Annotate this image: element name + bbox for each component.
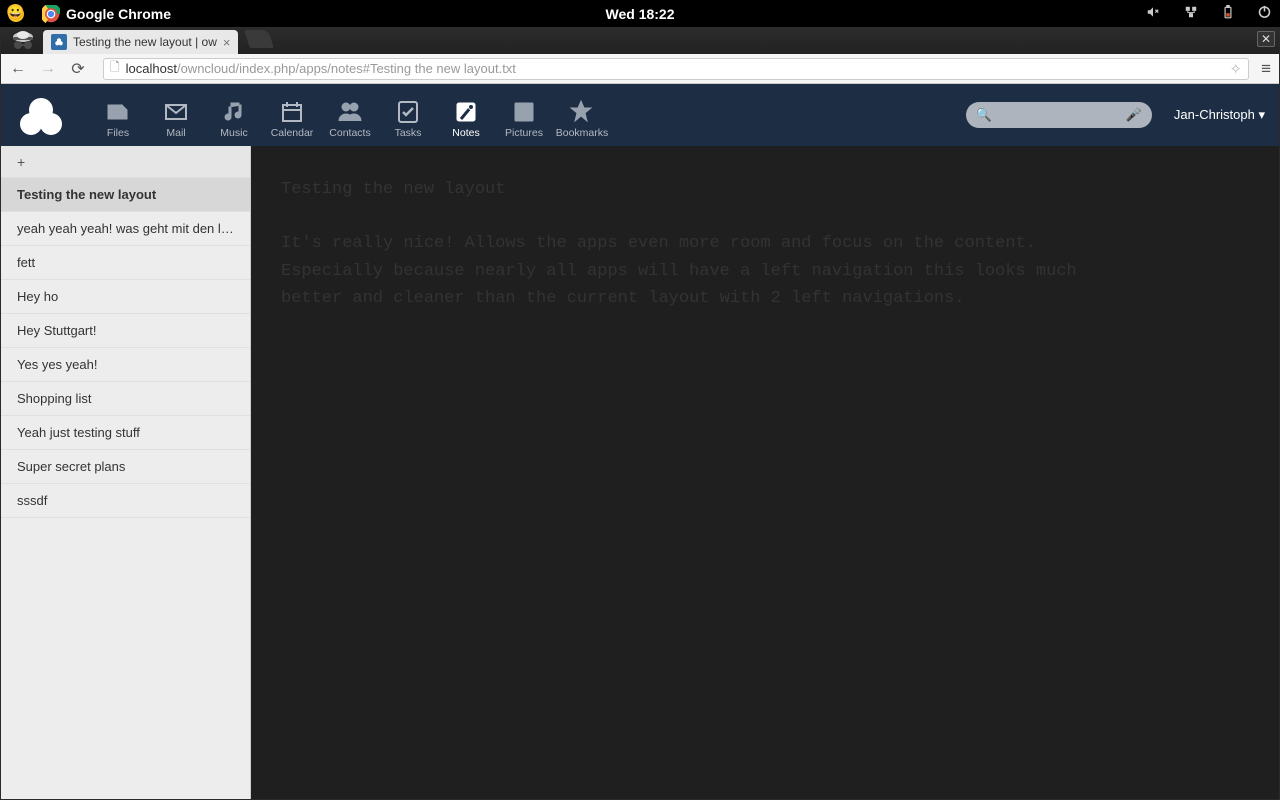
- favicon-icon: [51, 34, 67, 50]
- nav-label: Music: [220, 127, 247, 139]
- user-menu[interactable]: Jan-Christoph ▾: [1174, 107, 1265, 123]
- nav-item-mail[interactable]: Mail: [147, 91, 205, 139]
- nav-label: Notes: [452, 127, 479, 139]
- mic-icon[interactable]: 🎤: [1126, 107, 1142, 123]
- network-icon[interactable]: [1183, 5, 1199, 23]
- browser-toolbar: ← → ⟳ 🗋 localhost/owncloud/index.php/app…: [1, 54, 1279, 84]
- mail-icon: [162, 97, 190, 127]
- calendar-icon: [278, 97, 306, 127]
- files-icon: [104, 97, 132, 127]
- add-note-button[interactable]: +: [1, 146, 250, 178]
- chrome-icon: [42, 5, 60, 23]
- smiley-icon[interactable]: [8, 6, 24, 22]
- owncloud-body: + Testing the new layoutyeah yeah yeah! …: [1, 146, 1279, 799]
- nav-label: Pictures: [505, 127, 543, 139]
- note-list-item[interactable]: Yeah just testing stuff: [1, 416, 250, 450]
- nav-label: Mail: [166, 127, 185, 139]
- owncloud-nav: Files Mail Music Calendar Contacts Tasks Notes…: [89, 91, 611, 139]
- owncloud-logo-icon[interactable]: [15, 94, 69, 136]
- window-close-button[interactable]: ✕: [1257, 31, 1275, 47]
- chrome-menu-button[interactable]: ≡: [1261, 59, 1271, 79]
- nav-label: Files: [107, 127, 129, 139]
- url-host: localhost: [126, 61, 177, 76]
- nav-label: Contacts: [329, 127, 370, 139]
- back-button[interactable]: ←: [9, 60, 27, 78]
- search-input[interactable]: 🔍 🎤: [966, 102, 1152, 128]
- search-icon: 🔍: [976, 107, 992, 123]
- nav-label: Calendar: [271, 127, 314, 139]
- volume-icon[interactable]: [1145, 5, 1161, 23]
- notes-sidebar: + Testing the new layoutyeah yeah yeah! …: [1, 146, 251, 799]
- note-list-item[interactable]: sssdf: [1, 484, 250, 518]
- note-list-item[interactable]: yeah yeah yeah! was geht mit den l…: [1, 212, 250, 246]
- incognito-icon: [9, 29, 37, 51]
- note-editor[interactable]: Testing the new layout It's really nice!…: [281, 176, 1101, 312]
- pictures-icon: [510, 97, 538, 127]
- nav-item-tasks[interactable]: Tasks: [379, 91, 437, 139]
- note-list-item[interactable]: Shopping list: [1, 382, 250, 416]
- desktop-clock[interactable]: Wed 18:22: [606, 6, 675, 22]
- bookmarks-icon: [568, 97, 596, 127]
- power-icon[interactable]: [1257, 4, 1272, 23]
- tab-strip: Testing the new layout | ow × ✕: [1, 27, 1279, 54]
- note-list-item[interactable]: Yes yes yeah!: [1, 348, 250, 382]
- nav-item-notes[interactable]: Notes: [437, 91, 495, 139]
- nav-item-calendar[interactable]: Calendar: [263, 91, 321, 139]
- url-path: /owncloud/index.php/apps/notes#Testing t…: [177, 61, 516, 76]
- reload-button[interactable]: ⟳: [69, 59, 87, 79]
- browser-window: Testing the new layout | ow × ✕ ← → ⟳ 🗋 …: [0, 27, 1280, 800]
- nav-item-bookmarks[interactable]: Bookmarks: [553, 91, 611, 139]
- new-tab-button[interactable]: [245, 30, 275, 48]
- contacts-icon: [336, 97, 364, 127]
- browser-tab[interactable]: Testing the new layout | ow ×: [43, 30, 238, 54]
- tab-close-button[interactable]: ×: [223, 35, 231, 50]
- nav-label: Bookmarks: [556, 127, 609, 139]
- note-list-item[interactable]: Hey ho: [1, 280, 250, 314]
- nav-label: Tasks: [395, 127, 422, 139]
- page-icon: 🗋: [110, 58, 120, 79]
- forward-button[interactable]: →: [39, 60, 57, 78]
- owncloud-app: Files Mail Music Calendar Contacts Tasks Notes…: [1, 84, 1279, 799]
- music-icon: [220, 97, 248, 127]
- note-list-item[interactable]: Hey Stuttgart!: [1, 314, 250, 348]
- active-app-title[interactable]: Google Chrome: [66, 6, 171, 22]
- nav-item-pictures[interactable]: Pictures: [495, 91, 553, 139]
- note-content-area: Testing the new layout It's really nice!…: [251, 146, 1279, 799]
- owncloud-header: Files Mail Music Calendar Contacts Tasks Notes…: [1, 84, 1279, 146]
- note-list-item[interactable]: fett: [1, 246, 250, 280]
- battery-icon[interactable]: [1221, 4, 1235, 24]
- tasks-icon: [394, 97, 422, 127]
- nav-item-music[interactable]: Music: [205, 91, 263, 139]
- notes-icon: [452, 97, 480, 127]
- note-list-item[interactable]: Testing the new layout: [1, 178, 250, 212]
- address-bar[interactable]: 🗋 localhost/owncloud/index.php/apps/note…: [103, 58, 1249, 80]
- tab-title: Testing the new layout | ow: [73, 35, 217, 49]
- desktop-top-panel: Google Chrome Wed 18:22: [0, 0, 1280, 27]
- nav-item-files[interactable]: Files: [89, 91, 147, 139]
- system-tray: [1145, 4, 1272, 24]
- bookmark-star-icon[interactable]: ✧: [1230, 60, 1243, 78]
- note-list-item[interactable]: Super secret plans: [1, 450, 250, 484]
- nav-item-contacts[interactable]: Contacts: [321, 91, 379, 139]
